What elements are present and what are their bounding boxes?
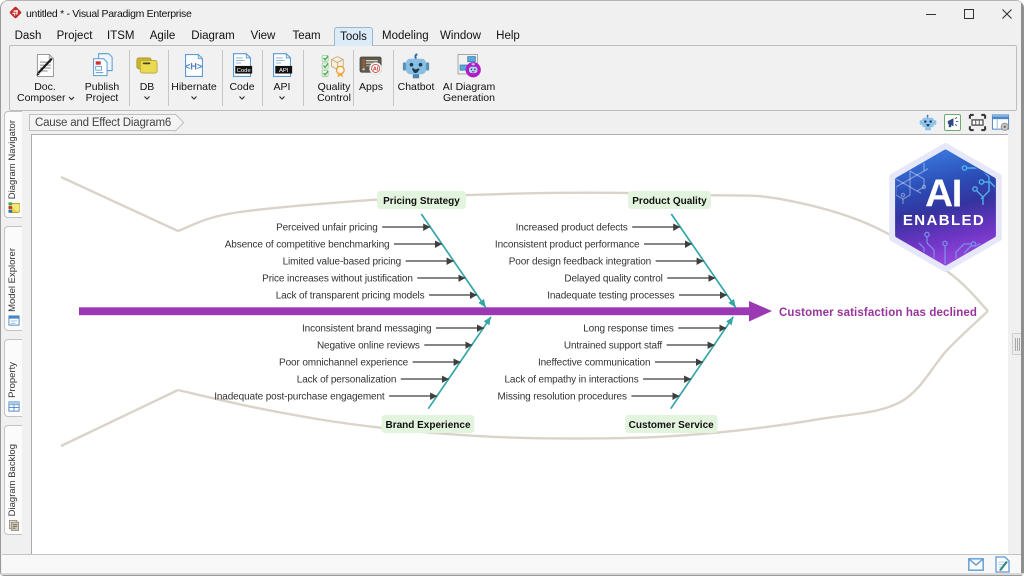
svg-text:Code: Code xyxy=(237,68,252,74)
svg-text:Pricing Strategy: Pricing Strategy xyxy=(383,196,460,207)
svg-text:Missing resolution procedures: Missing resolution procedures xyxy=(498,392,627,403)
svg-text:Customer Service: Customer Service xyxy=(629,420,714,431)
svg-text:Lack of personalization: Lack of personalization xyxy=(297,375,397,386)
svg-text:Customer satisfaction has decl: Customer satisfaction has declined xyxy=(779,307,977,319)
svg-text:Absence of competitive benchma: Absence of competitive benchmarking xyxy=(225,240,390,251)
svg-text:Inadequate post-purchase engag: Inadequate post-purchase engagement xyxy=(214,392,385,403)
svg-text:Lack of transparent pricing mo: Lack of transparent pricing models xyxy=(276,291,425,302)
svg-text:Increased product defects: Increased product defects xyxy=(516,223,628,234)
svg-text:<H>: <H> xyxy=(185,62,203,72)
svg-text:Inconsistent brand messaging: Inconsistent brand messaging xyxy=(302,324,432,335)
svg-text:Price increases without justif: Price increases without justification xyxy=(262,274,413,285)
svg-text:Poor design feedback integrati: Poor design feedback integration xyxy=(509,257,651,268)
svg-text:Delayed quality control: Delayed quality control xyxy=(564,274,662,285)
svg-text:Long response times: Long response times xyxy=(583,324,674,335)
svg-text:Poor omnichannel experience: Poor omnichannel experience xyxy=(279,358,409,369)
svg-text:API: API xyxy=(279,68,289,74)
svg-text:Inadequate testing processes: Inadequate testing processes xyxy=(547,291,674,302)
svg-text:AI: AI xyxy=(373,67,379,73)
svg-text:Limited value-based pricing: Limited value-based pricing xyxy=(283,257,402,268)
svg-text:Negative online reviews: Negative online reviews xyxy=(317,341,420,352)
svg-text:Product Quality: Product Quality xyxy=(632,196,707,207)
svg-text:Perceived unfair pricing: Perceived unfair pricing xyxy=(276,223,378,234)
svg-text:ENABLED: ENABLED xyxy=(903,212,985,229)
svg-text:Brand Experience: Brand Experience xyxy=(385,420,470,431)
svg-text:AI: AI xyxy=(925,173,961,216)
svg-text:Untrained support staff: Untrained support staff xyxy=(564,341,663,352)
svg-text:Ineffective communication: Ineffective communication xyxy=(538,358,650,369)
svg-text:Inconsistent product performan: Inconsistent product performance xyxy=(495,240,640,251)
svg-text:Lack of empathy in interaction: Lack of empathy in interactions xyxy=(504,375,638,386)
